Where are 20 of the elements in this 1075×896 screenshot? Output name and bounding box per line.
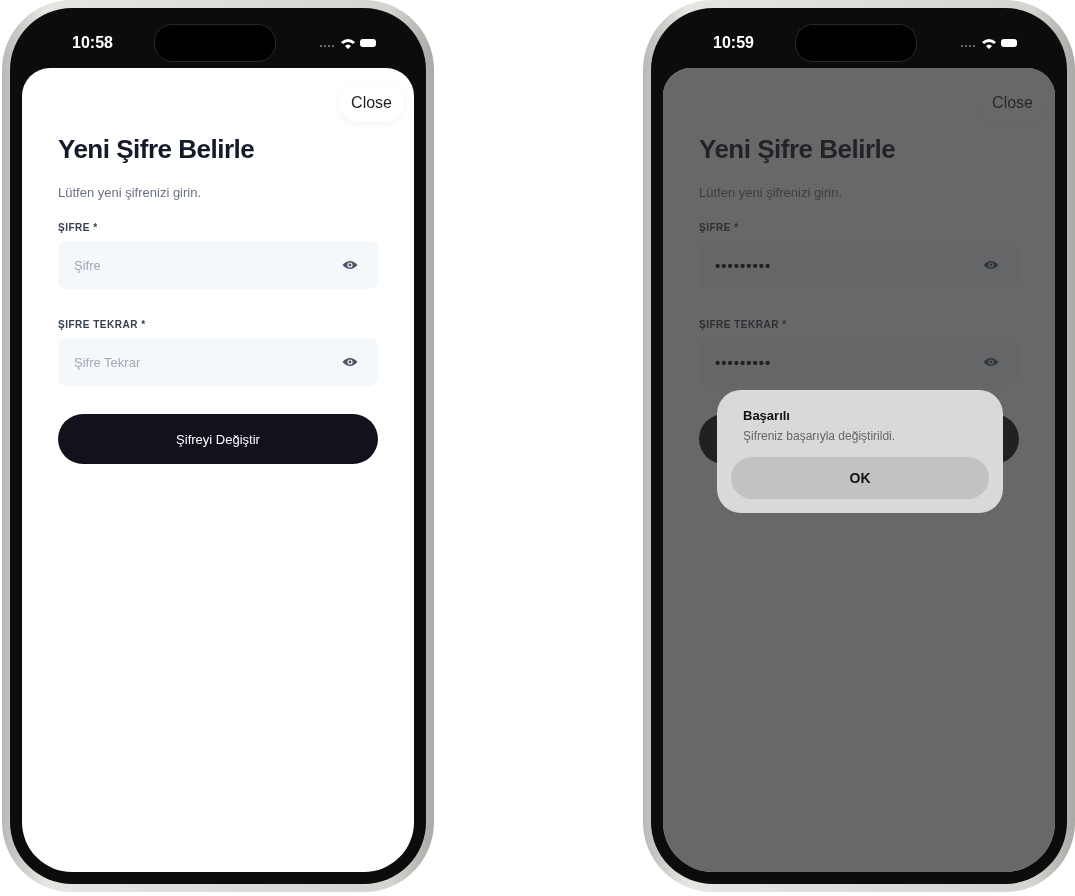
field-label: ŞIFRE TEKRAR * xyxy=(58,319,147,330)
submit-button[interactable]: Şifreyi Değiştir xyxy=(58,414,378,464)
alert-message: Şifreniz başarıyla değiştirildi. xyxy=(742,429,897,443)
status-time: 10:59 xyxy=(713,34,754,52)
status-time: 10:58 xyxy=(72,34,113,52)
ok-button[interactable]: OK xyxy=(731,457,989,499)
alert-title: Başarılı xyxy=(742,408,791,423)
page-title: Yeni Şifre Belirle xyxy=(699,134,897,165)
eye-icon[interactable] xyxy=(342,259,358,271)
field-label: ŞIFRE TEKRAR * xyxy=(699,319,788,330)
password-field[interactable]: Şifre xyxy=(58,241,378,289)
status-icons xyxy=(959,36,1019,50)
subtitle: Lütfen yeni şifrenizi girin. xyxy=(58,185,203,200)
close-button[interactable]: Close xyxy=(339,84,404,122)
status-icons xyxy=(318,36,378,50)
page-title: Yeni Şifre Belirle xyxy=(58,134,256,165)
field-label: ŞIFRE * xyxy=(58,222,99,233)
password-field[interactable]: Şifre Tekrar xyxy=(58,338,378,386)
field-label: ŞIFRE * xyxy=(699,222,740,233)
eye-icon[interactable] xyxy=(342,356,358,368)
